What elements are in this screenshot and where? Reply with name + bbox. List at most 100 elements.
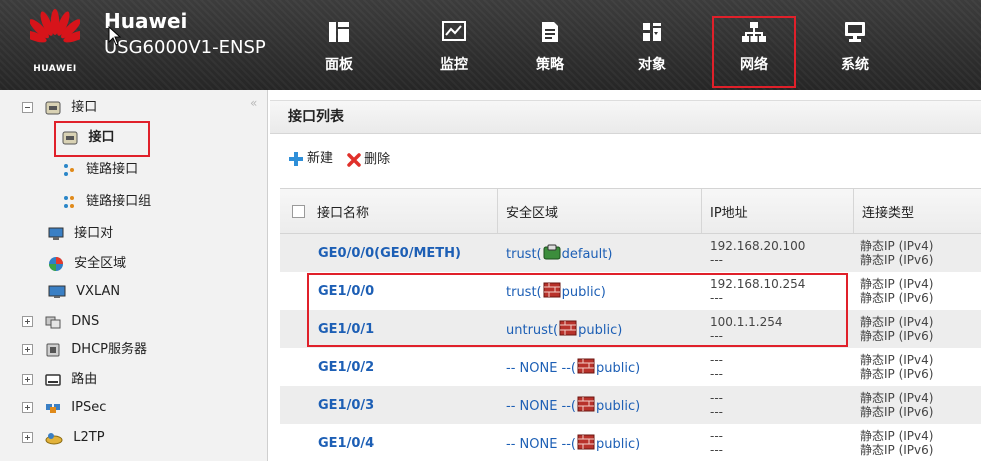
zone-vsys: public): [596, 361, 641, 376]
connection-type-ipv4: 静态IP (IPv4): [860, 353, 934, 367]
l2tp-icon: [45, 432, 63, 444]
zone-name: -- NONE --(: [506, 399, 576, 414]
cell-connection-type: 静态IP (IPv4) 静态IP (IPv6): [854, 272, 981, 310]
product-brand: Huawei USG6000V1-ENSP: [104, 10, 266, 62]
connection-type-ipv4: 静态IP (IPv4): [860, 391, 934, 405]
connection-type-ipv4: 静态IP (IPv4): [860, 277, 934, 291]
sidebar-item-l2tp[interactable]: L2TP: [22, 426, 105, 450]
security-zone-link[interactable]: -- NONE --( public): [498, 358, 640, 376]
expand-icon[interactable]: [22, 374, 33, 385]
policy-icon: [542, 22, 558, 42]
cell-connection-type: 静态IP (IPv4) 静态IP (IPv6): [854, 348, 981, 386]
sidebar-item-label: VXLAN: [76, 284, 121, 299]
sidebar-item-vxlan[interactable]: VXLAN: [48, 280, 120, 304]
new-button[interactable]: 新建: [288, 148, 333, 170]
interface-name-link[interactable]: GE1/0/3: [280, 398, 374, 413]
expand-icon[interactable]: [22, 316, 33, 327]
connection-type-ipv6: 静态IP (IPv6): [860, 253, 934, 267]
ipsec-icon: [46, 403, 61, 413]
nav-object[interactable]: 对象: [615, 18, 689, 86]
expand-icon[interactable]: [22, 432, 33, 443]
column-header-connection-type[interactable]: 连接类型: [854, 189, 981, 233]
table-row[interactable]: GE1/0/4 -- NONE --(public) --- --- 静态IP (IPv…: [280, 424, 981, 461]
interface-name-link[interactable]: GE1/0/4: [280, 436, 374, 451]
connection-type-ipv4: 静态IP (IPv4): [860, 429, 934, 443]
delete-button[interactable]: 删除: [347, 149, 390, 171]
sidebar-item-label: 安全区域: [74, 256, 127, 271]
sidebar-item-dhcp-server[interactable]: DHCP服务器: [22, 338, 147, 362]
sidebar-item-interface-group[interactable]: 接口: [22, 96, 97, 120]
nav-policy[interactable]: 策略: [513, 18, 587, 86]
sidebar-item-label: 链路接口: [86, 162, 139, 177]
dhcp-server-icon: [46, 343, 60, 356]
nav-label: 对象: [638, 57, 666, 73]
toolbar: 新建 删除: [288, 148, 400, 170]
nav-system[interactable]: 系统: [818, 18, 892, 86]
security-zone-link[interactable]: -- NONE --(public): [498, 434, 640, 452]
table-row[interactable]: GE1/0/2 -- NONE --(public) --- --- 静态IP (IPv…: [280, 348, 981, 386]
sidebar-item-ipsec[interactable]: IPSec: [22, 396, 106, 420]
sidebar-item-label: L2TP: [73, 430, 105, 445]
column-header-zone[interactable]: 安全区域: [498, 189, 702, 233]
huawei-logo: HUAWEI: [18, 8, 92, 80]
dashboard-icon: [329, 22, 349, 42]
collapse-icon[interactable]: [22, 102, 33, 113]
connection-type-ipv6: 静态IP (IPv6): [860, 443, 934, 457]
device-model: USG6000V1-ENSP: [104, 37, 266, 58]
column-header-name[interactable]: 接口名称: [280, 189, 498, 233]
sidebar-item-dns[interactable]: DNS: [22, 310, 99, 334]
connection-type-ipv4: 静态IP (IPv4): [860, 239, 934, 253]
column-header-label: 安全区域: [506, 205, 559, 221]
cell-ip-address: --- ---: [702, 348, 854, 386]
route-icon: [45, 373, 61, 386]
network-icon: [742, 22, 766, 42]
connection-type-ipv6: 静态IP (IPv6): [860, 291, 934, 305]
panel-title: 接口列表: [270, 100, 981, 134]
expand-icon[interactable]: [22, 344, 33, 355]
interface-icon: [45, 101, 61, 114]
collapse-sidebar-icon[interactable]: «: [250, 96, 257, 110]
delete-icon: [347, 153, 361, 167]
mouse-cursor-icon: [108, 26, 122, 46]
object-icon: [643, 23, 661, 41]
nav-monitor[interactable]: 监控: [417, 18, 491, 86]
interface-name-link[interactable]: GE0/0/0(GE0/METH): [280, 246, 461, 261]
zone-vsys: public): [596, 399, 641, 414]
sidebar-item-label: 接口对: [74, 226, 114, 241]
sidebar-item-label: DNS: [71, 314, 100, 329]
column-header-ip[interactable]: IP地址: [702, 189, 854, 233]
link-interface-icon: [64, 163, 74, 176]
cell-interface-name: GE1/0/2: [280, 348, 498, 386]
add-icon: [289, 152, 303, 166]
huawei-petal-icon: [30, 9, 80, 43]
security-zone-link[interactable]: -- NONE --( public): [498, 396, 640, 414]
sidebar-item-link-interface-group[interactable]: 链路接口组: [62, 190, 151, 214]
table-row[interactable]: GE0/0/0(GE0/METH) trust(default) 192.168.2…: [280, 234, 981, 272]
zone-name: -- NONE --(: [506, 437, 576, 452]
zone-name: -- NONE --(: [506, 361, 576, 376]
nav-dashboard[interactable]: 面板: [302, 18, 376, 86]
sidebar-item-link-interface[interactable]: 链路接口: [62, 158, 138, 182]
selected-item-highlight: [54, 121, 150, 157]
expand-icon[interactable]: [22, 402, 33, 413]
sidebar-item-label: 接口: [71, 100, 98, 115]
nav-network[interactable]: 网络: [712, 16, 796, 88]
ipv6-address: ---: [710, 443, 723, 457]
select-all-checkbox[interactable]: [292, 204, 305, 218]
sidebar-item-label: IPSec: [71, 400, 107, 415]
sidebar-item-label: 路由: [71, 372, 98, 387]
monitor-icon: [442, 21, 466, 41]
interface-name-link[interactable]: GE1/0/2: [280, 360, 374, 375]
nav-label: 策略: [536, 57, 564, 73]
cell-interface-name: GE0/0/0(GE0/METH): [280, 234, 498, 272]
interface-pair-icon: [48, 227, 64, 240]
cell-interface-name: GE1/0/4: [280, 424, 498, 461]
security-zone-link[interactable]: trust(default): [498, 244, 612, 262]
sidebar-item-security-zone[interactable]: 安全区域: [48, 252, 126, 276]
sidebar-item-interface-pair[interactable]: 接口对: [48, 222, 113, 246]
connection-type-ipv6: 静态IP (IPv6): [860, 367, 934, 381]
nav-label: 网络: [740, 57, 768, 73]
sidebar-item-route[interactable]: 路由: [22, 368, 97, 392]
table-row[interactable]: GE1/0/3 -- NONE --(public) --- --- 静态IP (IPv…: [280, 386, 981, 424]
security-zone-icon: [49, 256, 63, 271]
